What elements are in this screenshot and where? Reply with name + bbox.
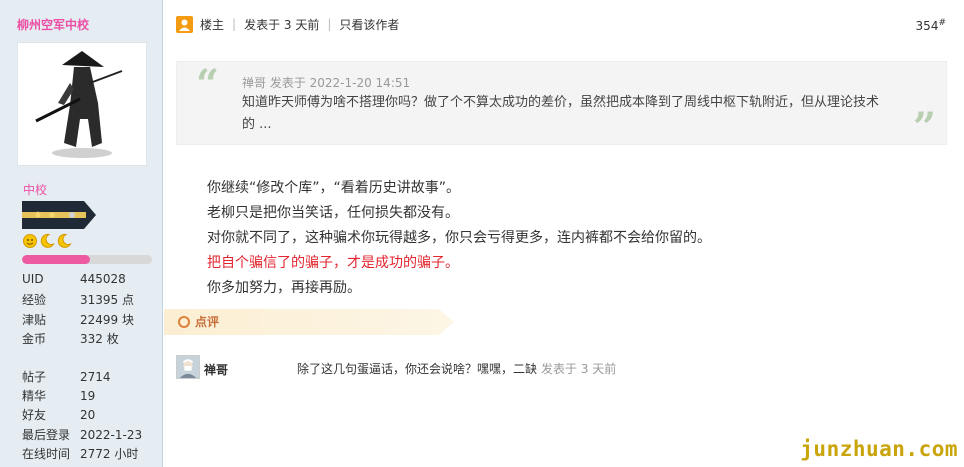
author-username[interactable]: 柳州空军中校 (17, 16, 89, 33)
author-label: 楼主 (200, 17, 225, 32)
comment-tab: 点评 (164, 309, 454, 335)
comment-circle-icon (178, 315, 190, 328)
stat-friends: 好友 20 (22, 408, 96, 422)
commenter-avatar[interactable] (176, 355, 200, 379)
floor-number[interactable]: 354# (916, 18, 946, 33)
content-line: 你继续“修改个库”，“看着历史讲故事”。 (207, 180, 461, 196)
content-line: 对你就不同了，这种骗术你玩得越多，你只会亏得更多，连内裤都不会给你留的。 (207, 230, 711, 246)
header-divider: | (232, 17, 237, 31)
stat-allowance: 津贴 22499 块 (22, 313, 134, 327)
header-divider: | (327, 17, 332, 31)
post-content: 你继续“修改个库”，“看着历史讲故事”。 老柳只是把你当笑话，任何损失都没有。 … (207, 176, 711, 301)
moon-icon (39, 233, 55, 249)
stat-last-login: 最后登录 2022-1-23 (22, 428, 143, 442)
close-quote-icon: ” (912, 104, 936, 151)
stat-online-time: 在线时间 2772 小时 (22, 447, 139, 461)
open-quote-icon: “ (196, 61, 220, 108)
quote-text: 知道昨天师傅为啥不搭理你吗？做了个不算太成功的差价，虽然把成本降到了周线中枢下轨… (242, 95, 880, 132)
level-progress-fill (22, 255, 90, 264)
stat-experience: 经验 31395 点 (22, 293, 134, 307)
stat-uid: UID 445028 (22, 272, 126, 286)
rank-icons (22, 233, 72, 249)
stat-digest: 精华 19 (22, 389, 96, 403)
author-sidebar: 柳州空军中校 中校 UID 445028 经验 31395 点 津贴 22499… (0, 0, 163, 467)
commenter-username[interactable]: 禅哥 (204, 361, 228, 378)
avatar[interactable] (17, 42, 147, 166)
post-time: 发表于 3 天前 (244, 17, 320, 32)
stat-coins: 金币 332 枚 (22, 332, 119, 346)
comment-tab-label: 点评 (178, 313, 219, 330)
comment-row: 禅哥 除了这几句蛋逼话，你还会说啥？嘿嘿，二缺 发表于 3 天前 (176, 355, 956, 381)
post-main: 楼主 | 发表于 3 天前 | 只看该作者 354# “ 禅哥 发表于 2022… (164, 0, 964, 467)
rank-badge-icon (22, 201, 96, 229)
level-progress-bar (22, 255, 152, 264)
content-line-highlight: 把自个骗信了的骗子，才是成功的骗子。 (207, 255, 459, 271)
comment-body: 除了这几句蛋逼话，你还会说啥？嘿嘿，二缺 发表于 3 天前 (297, 362, 617, 376)
only-author-link[interactable]: 只看该作者 (339, 16, 399, 33)
post-header: 楼主 | 发表于 3 天前 | 只看该作者 (176, 14, 399, 34)
site-watermark: junzhuan.com (800, 437, 958, 461)
sun-icon (22, 233, 38, 249)
quote-block: “ 禅哥 发表于 2022-1-20 14:51 知道昨天师傅为啥不搭理你吗？做… (176, 61, 947, 151)
content-line: 你多加努力，再接再励。 (207, 280, 361, 296)
quote-meta: 禅哥 发表于 2022-1-20 14:51 (242, 76, 411, 90)
comment-time: 发表于 3 天前 (541, 362, 617, 376)
stat-posts: 帖子 2714 (22, 370, 111, 384)
content-line: 老柳只是把你当笑话，任何损失都没有。 (207, 205, 459, 221)
author-badge-icon (176, 15, 193, 33)
moon-icon (56, 233, 72, 249)
rank-title: 中校 (23, 183, 48, 197)
avatar-image (18, 43, 146, 165)
